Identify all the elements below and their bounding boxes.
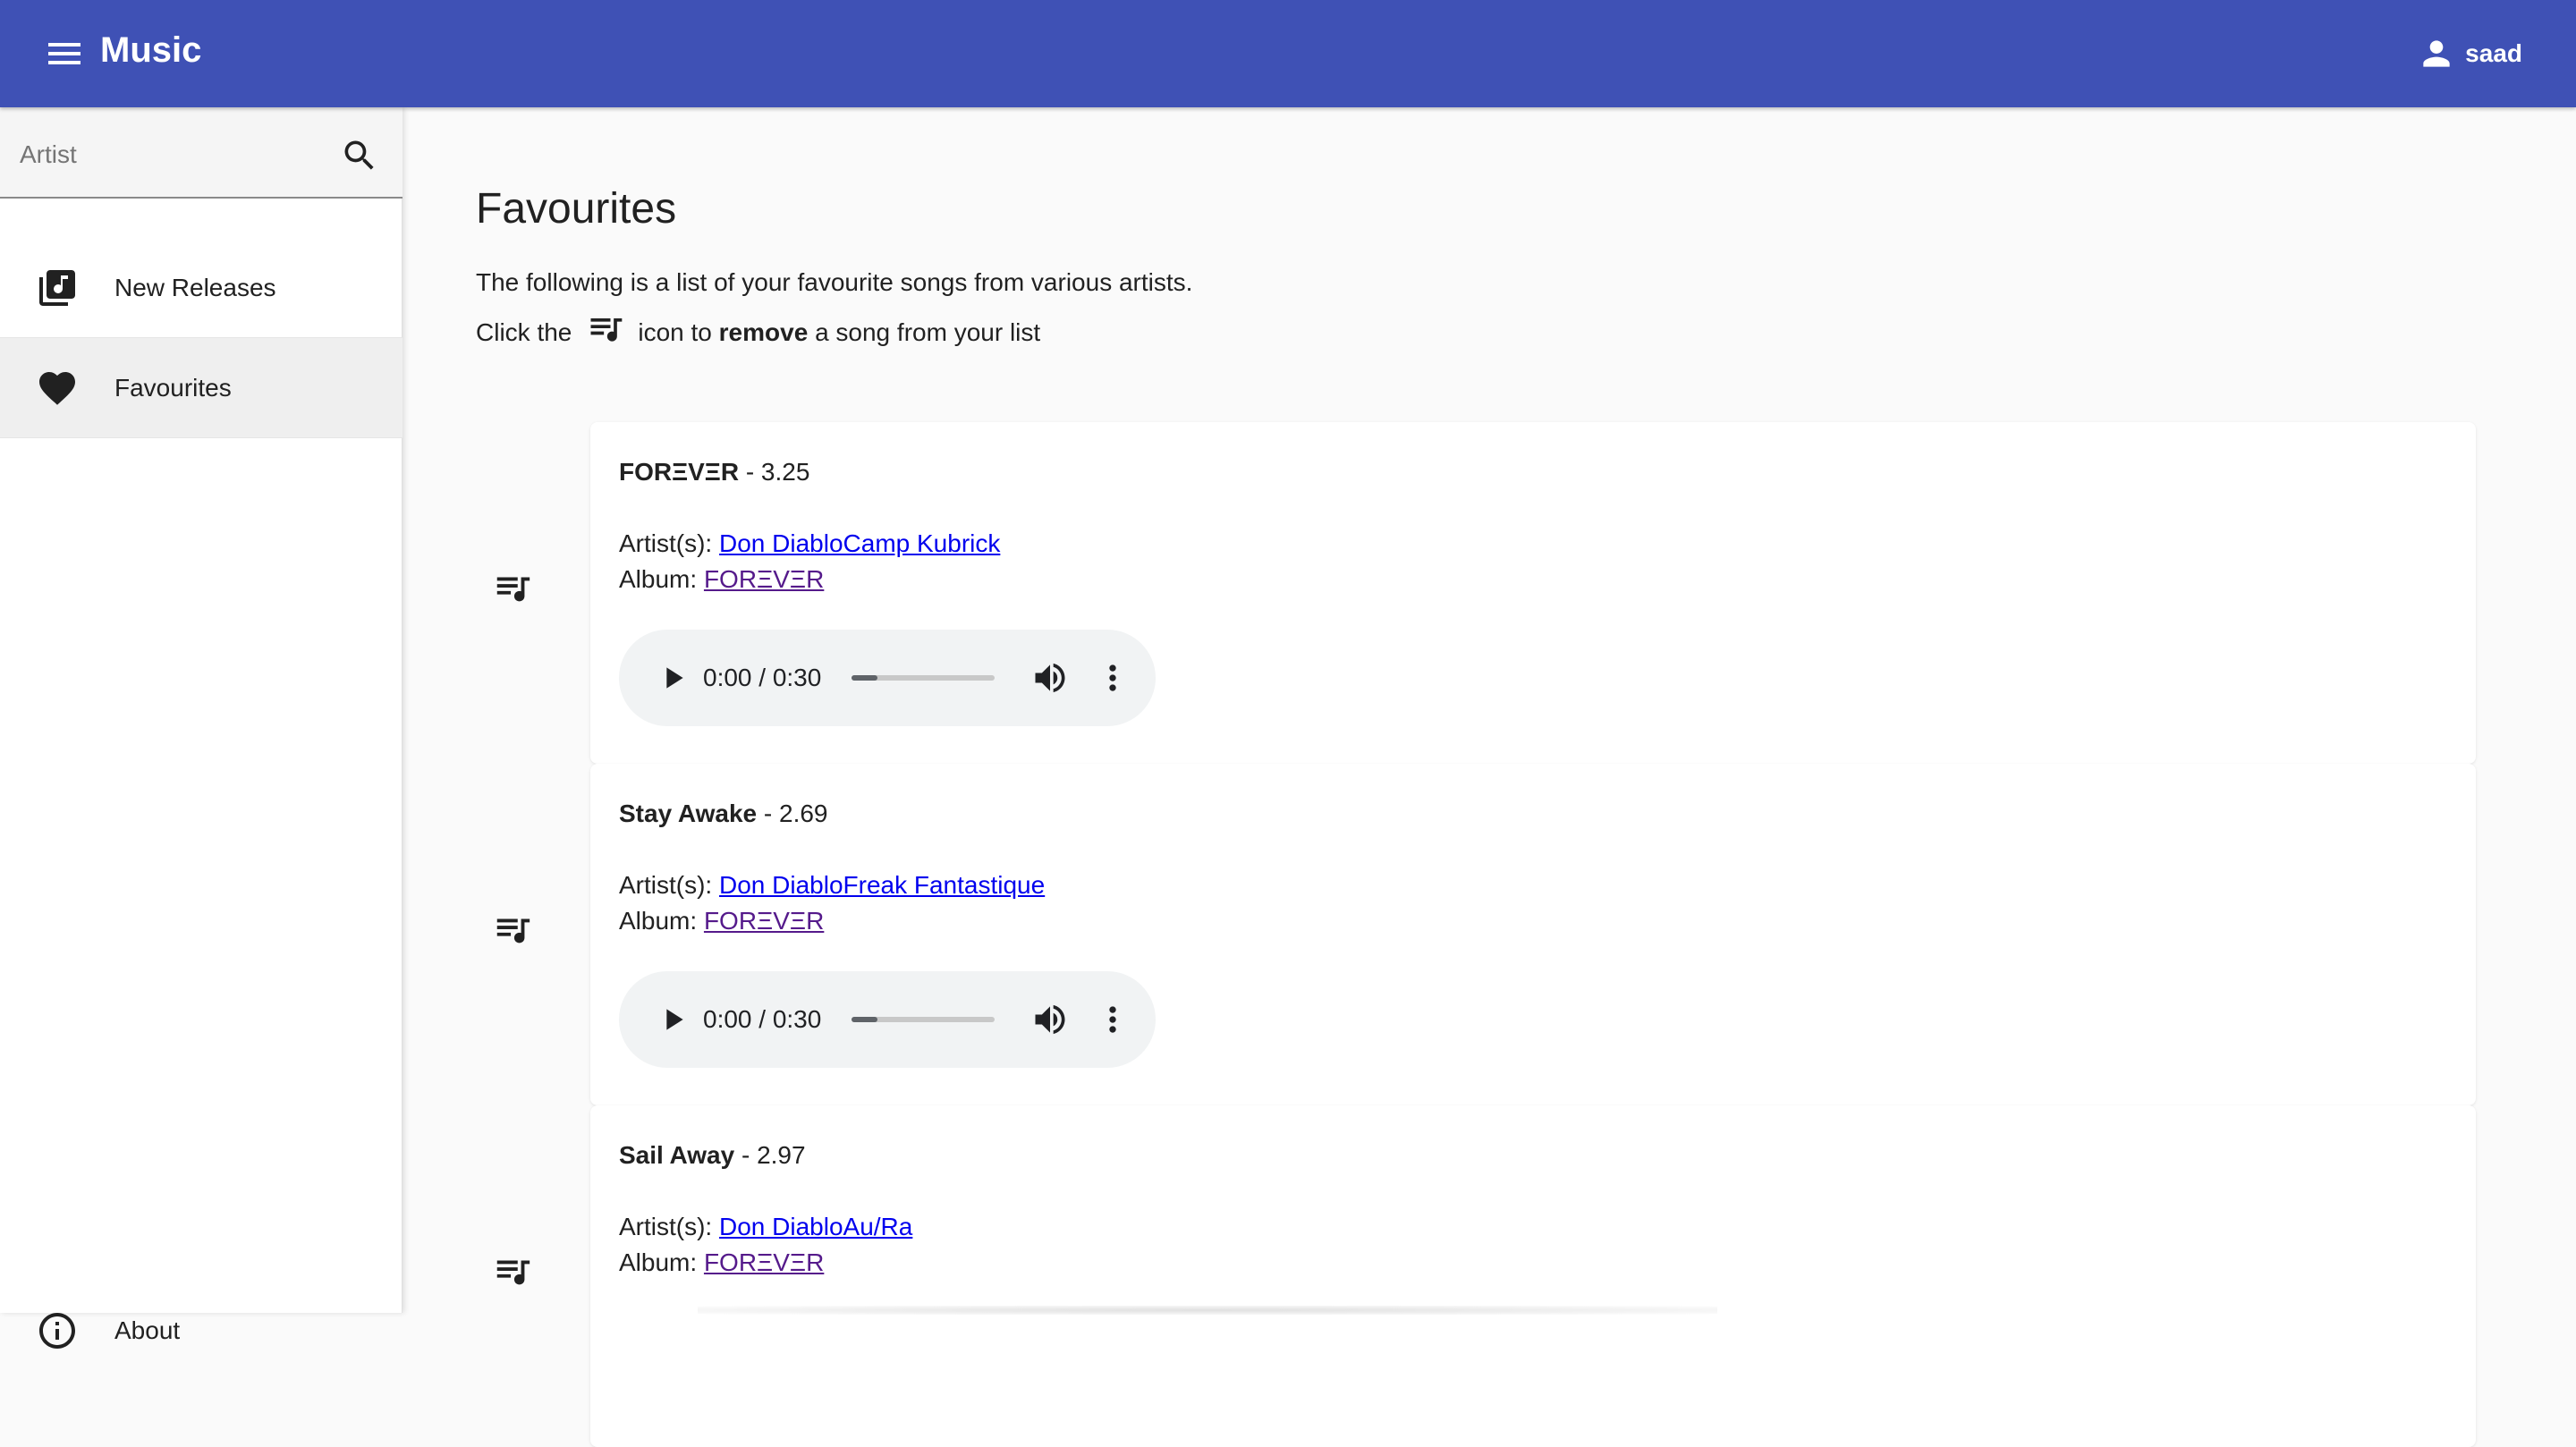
- album-link[interactable]: FORΞVΞR: [704, 907, 824, 935]
- sidebar-item-new-releases[interactable]: New Releases: [0, 238, 402, 338]
- song-row: Sail Away - 2.97 Artist(s): Don DiabloAu…: [496, 1105, 2476, 1447]
- sidebar-item-about[interactable]: About: [0, 1281, 402, 1381]
- sidebar-item-label: About: [114, 1316, 181, 1344]
- album-label: Album:: [619, 565, 704, 593]
- intro-text: The following is a list of your favourit…: [476, 268, 1193, 296]
- search-icon[interactable]: [340, 136, 379, 175]
- remove-from-favourites-icon[interactable]: [492, 1250, 533, 1291]
- song-score: - 2.97: [734, 1141, 806, 1169]
- player-shadow: [698, 1306, 1717, 1315]
- audio-player: 0:00 / 0:30: [619, 630, 1156, 726]
- artists-link[interactable]: Don DiabloCamp Kubrick: [719, 529, 1000, 557]
- volume-icon[interactable]: [1030, 1000, 1070, 1039]
- artists-label: Artist(s):: [619, 529, 719, 557]
- song-meta: Artist(s): Don DiabloCamp Kubrick Album:…: [619, 526, 2447, 597]
- instructions-tail: a song from your list: [815, 318, 1041, 346]
- song-score: - 2.69: [757, 800, 828, 827]
- heart-icon: [39, 371, 75, 405]
- song-card: Stay Awake - 2.69 Artist(s): Don DiabloF…: [590, 764, 2476, 1105]
- audio-time: 0:00 / 0:30: [703, 664, 822, 691]
- album-label: Album:: [619, 907, 704, 935]
- song-card: Sail Away - 2.97 Artist(s): Don DiabloAu…: [590, 1105, 2476, 1447]
- song-heading: Stay Awake - 2.69: [619, 796, 2447, 832]
- more-options-icon[interactable]: [1093, 658, 1132, 698]
- audio-progress-fill: [852, 1017, 877, 1022]
- playlist-remove-icon: [590, 318, 623, 342]
- song-card: FORΞVΞR - 3.25 Artist(s): Don DiabloCamp…: [590, 422, 2476, 764]
- artists-label: Artist(s):: [619, 1213, 719, 1240]
- info-icon: [39, 1313, 75, 1349]
- song-title: Stay Awake: [619, 800, 758, 827]
- instructions-icon-to: icon to: [638, 318, 712, 346]
- menu-icon[interactable]: [43, 32, 86, 75]
- album-link[interactable]: FORΞVΞR: [704, 1248, 824, 1276]
- app-title: Music: [100, 30, 202, 70]
- artists-link[interactable]: Don DiabloFreak Fantastique: [719, 871, 1045, 899]
- remove-from-favourites-icon[interactable]: [492, 909, 533, 950]
- person-icon: [2423, 40, 2450, 67]
- album-link[interactable]: FORΞVΞR: [704, 565, 824, 593]
- song-score: - 3.25: [739, 458, 810, 486]
- song-meta: Artist(s): Don DiabloFreak Fantastique A…: [619, 867, 2447, 939]
- user-menu-button[interactable]: saad: [2417, 29, 2522, 79]
- top-toolbar: Music saad: [0, 0, 2576, 107]
- play-icon[interactable]: [655, 660, 691, 696]
- album-label: Album:: [619, 1248, 704, 1276]
- remove-from-favourites-icon[interactable]: [492, 567, 533, 608]
- audio-progress-bar[interactable]: [852, 1017, 995, 1022]
- song-title: Sail Away: [619, 1141, 735, 1169]
- page-title: Favourites: [476, 185, 677, 233]
- library-music-icon: [39, 269, 75, 306]
- volume-icon[interactable]: [1030, 658, 1070, 698]
- song-row: FORΞVΞR - 3.25 Artist(s): Don DiabloCamp…: [496, 422, 2476, 764]
- song-heading: Sail Away - 2.97: [619, 1138, 2447, 1173]
- more-options-icon[interactable]: [1093, 1000, 1132, 1039]
- song-meta: Artist(s): Don DiabloAu/Ra Album: FORΞVΞ…: [619, 1209, 2447, 1281]
- song-title: FORΞVΞR: [619, 458, 740, 486]
- sidebar: New Releases Favourites About: [0, 107, 402, 1349]
- audio-progress-bar[interactable]: [852, 675, 995, 681]
- artists-label: Artist(s):: [619, 871, 719, 899]
- audio-time: 0:00 / 0:30: [703, 1005, 822, 1033]
- play-icon[interactable]: [655, 1002, 691, 1037]
- song-heading: FORΞVΞR - 3.25: [619, 454, 2447, 490]
- artists-link[interactable]: Don DiabloAu/Ra: [719, 1213, 912, 1240]
- song-row: Stay Awake - 2.69 Artist(s): Don DiabloF…: [496, 764, 2476, 1105]
- user-name: saad: [2465, 39, 2522, 67]
- artist-search-input[interactable]: [18, 129, 317, 181]
- sidebar-item-label: Favourites: [114, 373, 232, 402]
- sidebar-item-favourites[interactable]: Favourites: [0, 338, 402, 438]
- sidebar-item-label: New Releases: [114, 273, 276, 301]
- artist-search-box: [0, 107, 402, 199]
- instructions-click: Click the: [476, 318, 572, 346]
- audio-progress-fill: [852, 675, 877, 681]
- instructions-text: Click the icon to remove a song from your…: [476, 308, 1040, 358]
- main-content: Favourites The following is a list of yo…: [402, 107, 2576, 1447]
- audio-player: 0:00 / 0:30: [619, 971, 1156, 1068]
- instructions-remove: remove: [718, 318, 809, 346]
